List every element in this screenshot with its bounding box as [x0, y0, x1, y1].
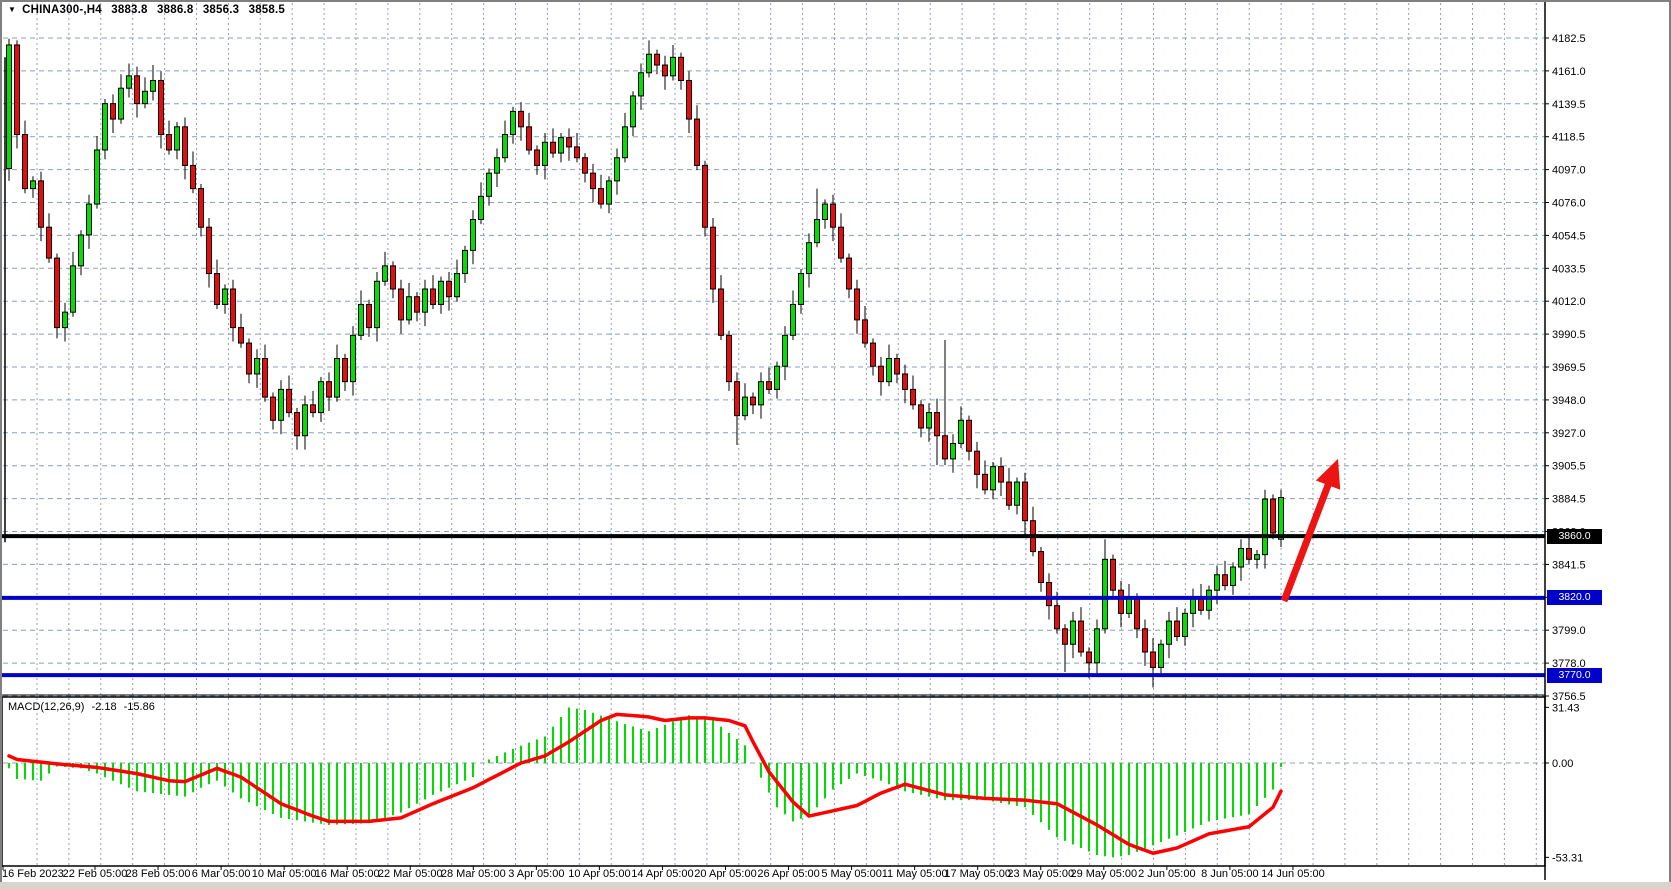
- main-chart-area[interactable]: [2, 22, 1545, 696]
- window-bottom-strip: [0, 882, 1671, 889]
- price-line-badge-3820: 3820.0: [1547, 590, 1602, 605]
- quote-high: 3886.8: [157, 4, 193, 16]
- dropdown-icon[interactable]: ▼: [8, 5, 16, 14]
- quote-open: 3883.8: [111, 4, 147, 16]
- macd-panel-area[interactable]: [2, 697, 1545, 866]
- chart-window: 4182.54161.04139.54118.54097.04076.04054…: [0, 0, 1671, 889]
- price-line-badge-3860: 3860.0: [1547, 529, 1602, 544]
- macd-indicator-label: MACD(12,26,9) -2.18 -15.86: [8, 701, 159, 713]
- macd-name: MACD(12,26,9): [8, 701, 84, 713]
- chart-canvas[interactable]: 4182.54161.04139.54118.54097.04076.04054…: [0, 0, 1671, 889]
- price-axis-area[interactable]: [1545, 2, 1669, 880]
- chart-title: ▼ CHINA300-,H4 3883.8 3886.8 3856.3 3858.…: [8, 4, 285, 16]
- macd-signal-value: -15.86: [124, 701, 155, 713]
- quote-low: 3856.3: [203, 4, 239, 16]
- quote-close: 3858.5: [249, 4, 285, 16]
- symbol-period-label: CHINA300-,H4: [22, 4, 102, 16]
- price-line-badge-3770: 3770.0: [1547, 668, 1602, 683]
- macd-value: -2.18: [91, 701, 116, 713]
